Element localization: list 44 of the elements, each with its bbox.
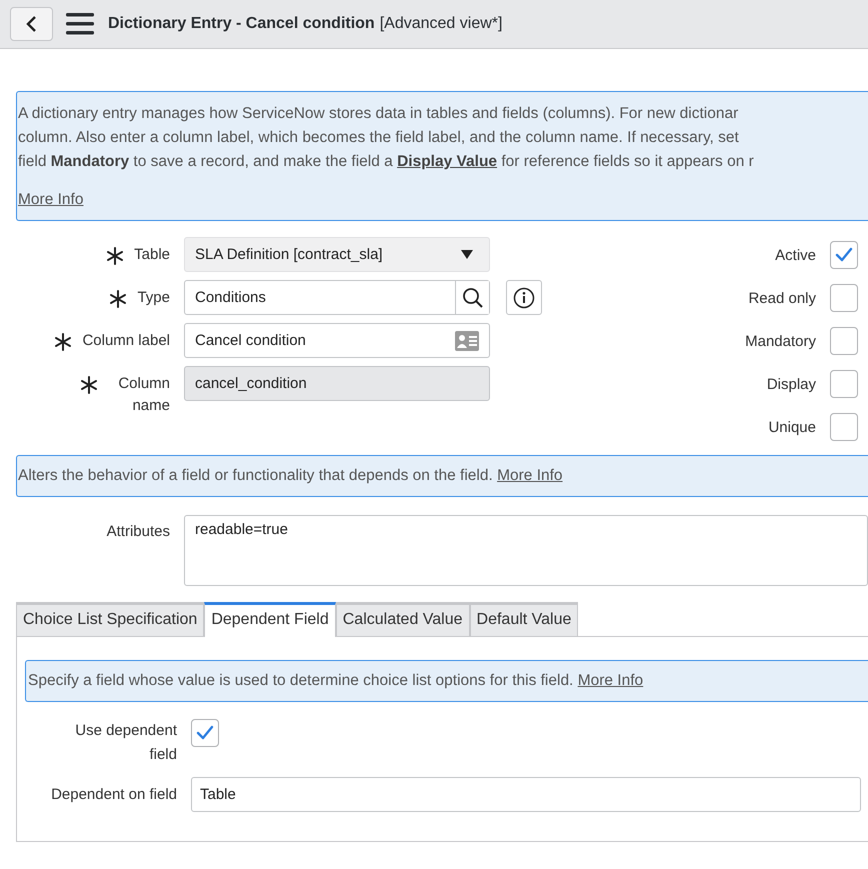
attributes-field[interactable]: readable=true [184, 515, 868, 586]
column-name-field[interactable]: cancel_condition [184, 366, 490, 401]
back-button[interactable] [10, 7, 53, 41]
tab[interactable]: Choice List Specification [16, 602, 204, 636]
tab[interactable]: Default Value [470, 602, 578, 636]
info-text: A dictionary entry manages how ServiceNow stores data in tables and fields (columns). For new dictionar [18, 104, 738, 124]
more-info-link[interactable]: More Info [18, 188, 84, 212]
checkbox-label: Read only [748, 290, 816, 306]
field-label: Attributes [106, 522, 170, 542]
display-value-link[interactable]: Display Value [397, 153, 498, 170]
caret-icon [461, 250, 473, 260]
tab[interactable]: Dependent Field [204, 602, 336, 637]
info-icon [513, 286, 535, 308]
checkbox-label: Use dependent field [74, 721, 177, 765]
tab[interactable]: Calculated Value [336, 602, 470, 636]
checkbox-label: Mandatory [745, 332, 816, 350]
dependent-field-input[interactable]: Table [191, 777, 861, 812]
more-info-link[interactable]: More Info [578, 672, 644, 689]
checkbox[interactable] [191, 719, 219, 747]
menu-icon[interactable] [66, 11, 94, 37]
view-name: [Advanced view*] [380, 15, 502, 33]
more-info-link[interactable]: More Info [497, 467, 563, 484]
info-text: field Mandatory to save a record, and make the field a Display Value for reference fields so it appears on r [18, 152, 754, 172]
info-text: column. Also enter a column label, which becomes the field label, and the column name. If necessary, set [18, 128, 739, 148]
info-text: Alters the behavior of a field or functionality that depends on the field. More Info [18, 466, 563, 486]
table-select[interactable]: SLA Definition [contract_sla] [184, 237, 490, 272]
checkbox-label: Active [775, 246, 816, 264]
checkbox[interactable] [830, 370, 858, 398]
info-text: Specify a field whose value is used to determine choice list options for this field. More Info [28, 671, 644, 691]
checkbox-label: Display [766, 376, 816, 392]
checkbox[interactable] [830, 413, 858, 441]
field-label: Dependent on field [50, 784, 177, 804]
checkbox[interactable] [830, 241, 858, 269]
field-label: Table [134, 245, 170, 265]
column-label-field[interactable]: Cancel condition [184, 323, 490, 358]
checkbox[interactable] [830, 284, 858, 312]
field-label: Column label [82, 331, 170, 351]
field-label: Column name [117, 374, 170, 416]
checkbox-label: Unique [768, 418, 816, 436]
checkbox[interactable] [830, 327, 858, 355]
field-label: Type [137, 288, 170, 308]
page-title: Dictionary Entry - Cancel condition [108, 15, 375, 33]
id-card-icon [455, 330, 479, 350]
info-button[interactable] [506, 280, 542, 315]
